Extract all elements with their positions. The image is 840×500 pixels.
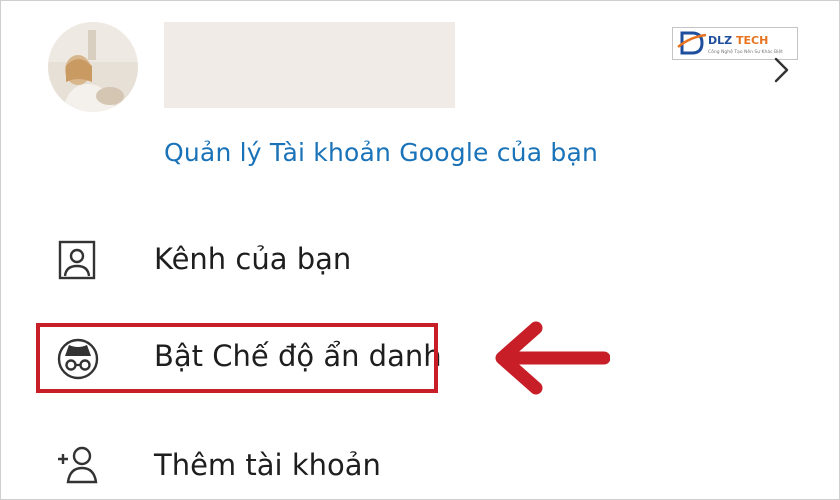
svg-text:TECH: TECH: [736, 34, 768, 47]
avatar[interactable]: [48, 22, 138, 112]
menu-item-label: Kênh của bạn: [154, 242, 352, 276]
account-name-redacted: [164, 22, 455, 108]
menu-item-label: Thêm tài khoản: [154, 448, 381, 482]
svg-text:Công Nghệ Tạo Nên Sự Khác Biệt: Công Nghệ Tạo Nên Sự Khác Biệt: [708, 48, 783, 55]
menu-item-your-channel[interactable]: Kênh của bạn: [0, 225, 840, 295]
chevron-right-icon[interactable]: [770, 56, 792, 84]
menu-item-add-account[interactable]: Thêm tài khoản: [0, 430, 840, 500]
svg-text:DLZ: DLZ: [708, 34, 732, 47]
left-arrow-icon: [492, 320, 611, 396]
person-box-icon: [56, 240, 100, 284]
manage-google-account-link[interactable]: Quản lý Tài khoản Google của bạn: [164, 138, 598, 167]
add-account-icon: [56, 444, 100, 488]
highlight-box: [36, 323, 438, 393]
